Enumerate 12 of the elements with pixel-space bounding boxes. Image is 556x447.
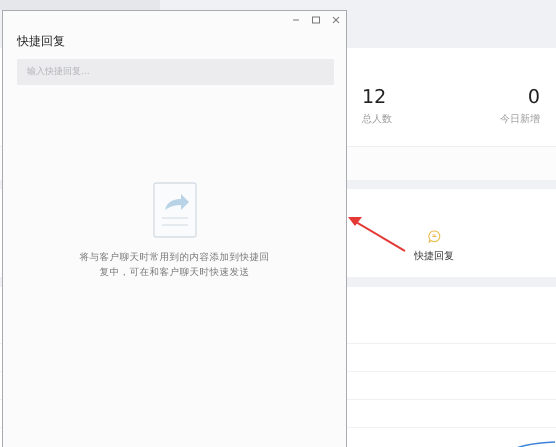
stat-label: 今日新增: [500, 112, 540, 126]
document-share-icon: [152, 182, 196, 238]
search-field[interactable]: 输入快捷回复...: [17, 59, 334, 85]
feature-label[interactable]: 快捷回复: [414, 249, 454, 263]
maximize-icon[interactable]: [311, 15, 321, 25]
stat-value: 0: [528, 86, 540, 108]
close-icon[interactable]: [331, 15, 341, 25]
empty-message: 将与客户聊天时常用到的内容添加到快捷回复中，可在和客户聊天时快速发送: [80, 251, 270, 280]
annotation-arrow: [346, 214, 408, 254]
stat-value: 12: [362, 86, 386, 108]
stat-label: 总人数: [362, 112, 392, 126]
window-title: 快捷回复: [17, 33, 66, 50]
